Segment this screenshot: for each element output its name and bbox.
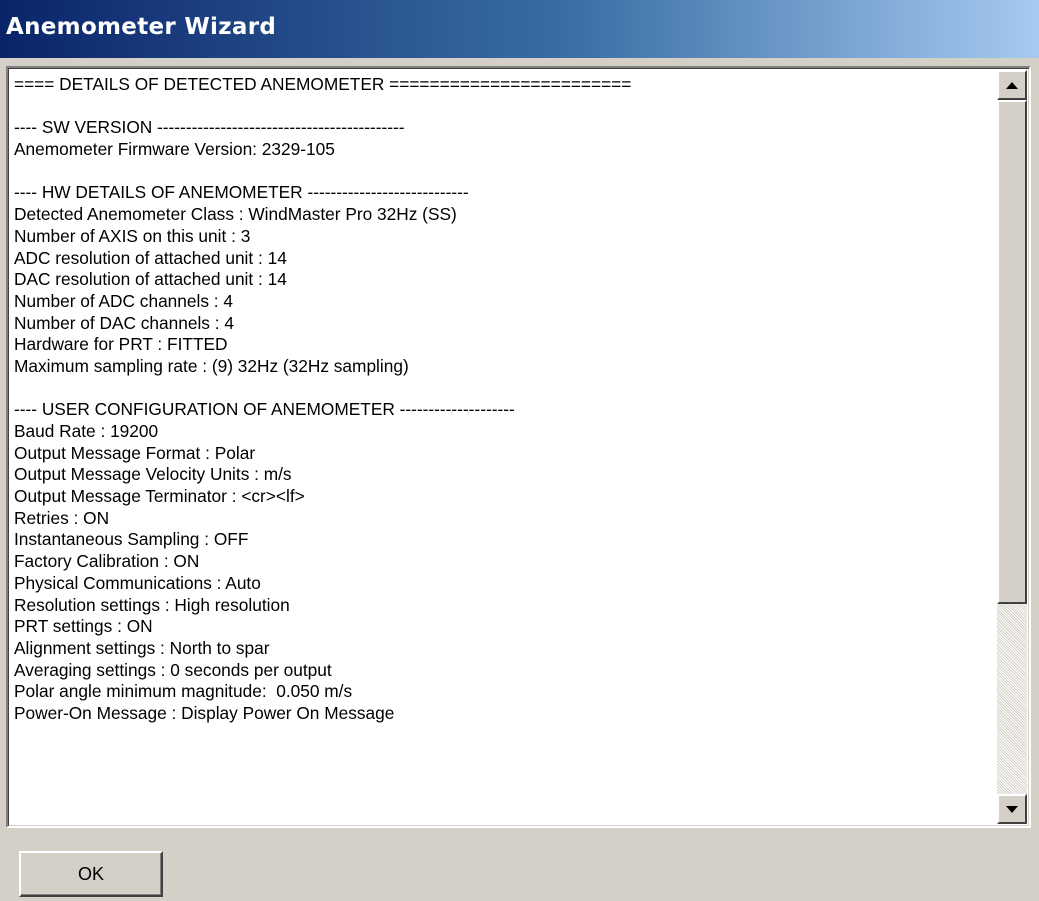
details-line: Output Message Velocity Units : m/s xyxy=(14,464,292,485)
details-line: Averaging settings : 0 seconds per outpu… xyxy=(14,659,332,680)
arrow-up-icon xyxy=(1006,81,1018,89)
details-line: ---- USER CONFIGURATION OF ANEMOMETER --… xyxy=(14,399,515,420)
details-line: Anemometer Firmware Version: 2329-105 xyxy=(14,139,335,160)
anemometer-wizard-window: Anemometer Wizard ==== DETAILS OF DETECT… xyxy=(0,0,1039,901)
details-line: Number of ADC channels : 4 xyxy=(14,290,234,311)
details-textbox[interactable]: ==== DETAILS OF DETECTED ANEMOMETER ====… xyxy=(6,66,1031,828)
details-line: Factory Calibration : ON xyxy=(14,551,200,572)
scroll-up-button[interactable] xyxy=(997,70,1027,100)
details-line: Number of DAC channels : 4 xyxy=(14,312,234,333)
vertical-scrollbar[interactable] xyxy=(997,70,1027,824)
scroll-down-button[interactable] xyxy=(997,794,1027,824)
window-title: Anemometer Wizard xyxy=(6,14,277,40)
details-line: ADC resolution of attached unit : 14 xyxy=(14,247,287,268)
details-line: ==== DETAILS OF DETECTED ANEMOMETER ====… xyxy=(14,74,632,94)
scrollbar-thumb[interactable] xyxy=(997,100,1027,604)
details-line: Instantaneous Sampling : OFF xyxy=(14,529,249,550)
details-line: DAC resolution of attached unit : 14 xyxy=(14,269,287,290)
details-text: ==== DETAILS OF DETECTED ANEMOMETER ====… xyxy=(14,74,1004,822)
details-line: Number of AXIS on this unit : 3 xyxy=(14,225,251,246)
details-line: ---- SW VERSION ------------------------… xyxy=(14,117,405,138)
details-line: Retries : ON xyxy=(14,507,110,528)
details-line: Physical Communications : Auto xyxy=(14,572,261,593)
details-line: Power-On Message : Display Power On Mess… xyxy=(14,702,395,723)
details-line: Resolution settings : High resolution xyxy=(14,594,290,615)
ok-button[interactable]: OK xyxy=(19,851,163,897)
details-line: Maximum sampling rate : (9) 32Hz (32Hz s… xyxy=(14,355,409,376)
details-line: Hardware for PRT : FITTED xyxy=(14,334,228,355)
details-line: Polar angle minimum magnitude: 0.050 m/s xyxy=(14,681,353,702)
details-line: ---- HW DETAILS OF ANEMOMETER ----------… xyxy=(14,182,469,203)
arrow-down-icon xyxy=(1006,805,1018,813)
details-line: Detected Anemometer Class : WindMaster P… xyxy=(14,204,457,225)
details-line: PRT settings : ON xyxy=(14,616,153,637)
title-bar[interactable]: Anemometer Wizard xyxy=(0,0,1039,58)
details-line: Output Message Terminator : <cr><lf> xyxy=(14,486,305,507)
details-line: Output Message Format : Polar xyxy=(14,442,256,463)
details-line: Baud Rate : 19200 xyxy=(14,421,159,441)
details-line: Alignment settings : North to spar xyxy=(14,637,270,658)
